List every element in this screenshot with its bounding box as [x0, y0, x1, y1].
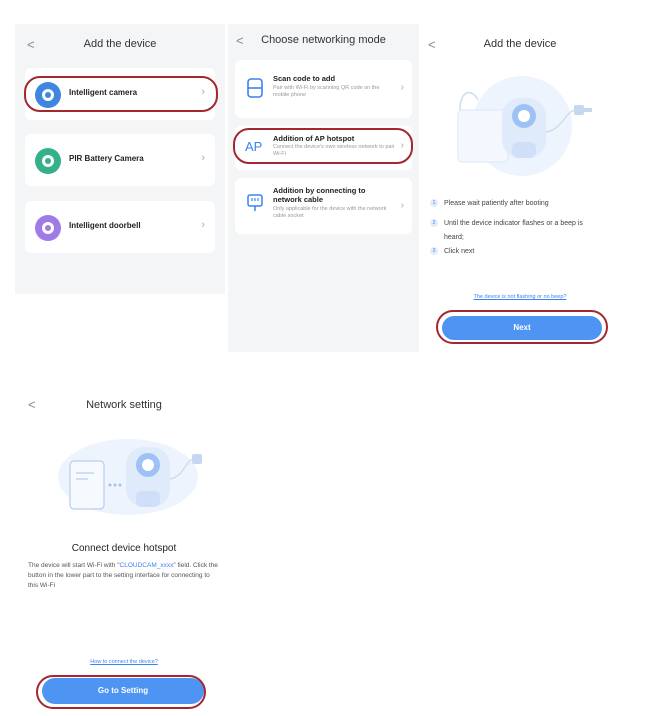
phone-camera-illustration: [58, 439, 202, 515]
how-to-connect-link[interactable]: How to connect the device?: [18, 659, 230, 665]
header: < Choose networking mode: [228, 24, 419, 64]
step-text: Click next: [444, 248, 475, 255]
option-title: Scan code to add: [273, 74, 336, 83]
option-scan-code[interactable]: Scan code to add Pair with Wi-Fi by scan…: [235, 60, 412, 118]
step-number: 2: [430, 219, 438, 227]
steps-list: 1 Please wait patiently after booting 2 …: [430, 196, 610, 258]
device-item-pir-battery-camera[interactable]: PIR Battery Camera ›: [25, 134, 215, 186]
highlight-ring: [233, 128, 413, 164]
device-item-label: Intelligent doorbell: [69, 221, 141, 230]
option-title: Addition by connecting to network cable: [273, 186, 366, 204]
device-type-screen: < Add the device Intelligent camera › PI…: [15, 24, 225, 294]
doorbell-icon: [35, 215, 61, 241]
page-title: Network setting: [86, 399, 162, 411]
highlight-ring: [436, 310, 608, 344]
camera-icon: [35, 148, 61, 174]
highlight-ring: [24, 76, 218, 112]
highlight-ring: [36, 675, 206, 709]
hotspot-description: The device will start Wi-Fi with "CLOUDC…: [28, 561, 220, 591]
chevron-right-icon: ›: [201, 152, 205, 164]
connect-hotspot-heading: Connect device hotspot: [71, 543, 177, 554]
header: < Add the device: [15, 24, 225, 64]
ssid-text: CLOUDCAM_xxxx: [119, 562, 174, 569]
step-text: Please wait patiently after booting: [444, 200, 549, 207]
step-text: Until the device indicator flashes or a …: [444, 220, 583, 227]
step-item: 1 Please wait patiently after booting: [430, 196, 610, 210]
page-title: Add the device: [83, 38, 157, 50]
step-number: 1: [430, 199, 438, 207]
device-item-intelligent-doorbell[interactable]: Intelligent doorbell ›: [25, 201, 215, 253]
option-subtitle: Pair with Wi-Fi by scanning QR code on t…: [273, 85, 380, 98]
option-network-cable[interactable]: Addition by connecting to network cable …: [235, 178, 412, 234]
qr-scan-icon: [247, 78, 263, 98]
chevron-right-icon: ›: [201, 219, 205, 231]
step-item: 3 Click next: [430, 244, 610, 258]
page-title: Add the device: [483, 38, 557, 50]
header: < Add the device: [422, 24, 618, 64]
device-item-label: PIR Battery Camera: [69, 154, 144, 163]
ethernet-icon: [247, 194, 263, 211]
step-text: heard;: [444, 234, 464, 241]
booting-instructions-screen: < Add the device 1 Please wait patiently…: [422, 24, 618, 352]
header: < Network setting: [18, 385, 230, 425]
step-item: 2 Until the device indicator flashes or …: [430, 216, 610, 230]
network-setting-screen: < Network setting Connect device hotspot…: [18, 385, 230, 716]
camera-router-illustration: [457, 76, 592, 176]
chevron-right-icon: ›: [400, 82, 404, 93]
step-item: heard;: [430, 230, 610, 244]
option-subtitle: Only applicable for the device with the …: [273, 206, 387, 219]
page-title: Choose networking mode: [261, 34, 386, 46]
chevron-right-icon: ›: [400, 200, 404, 211]
networking-mode-screen: < Choose networking mode Scan code to ad…: [228, 24, 419, 352]
step-number: 3: [430, 247, 438, 255]
description-text: The device will start Wi-Fi with ": [28, 562, 120, 569]
no-flash-help-link[interactable]: The device is not flashing or no beep?: [422, 294, 618, 300]
